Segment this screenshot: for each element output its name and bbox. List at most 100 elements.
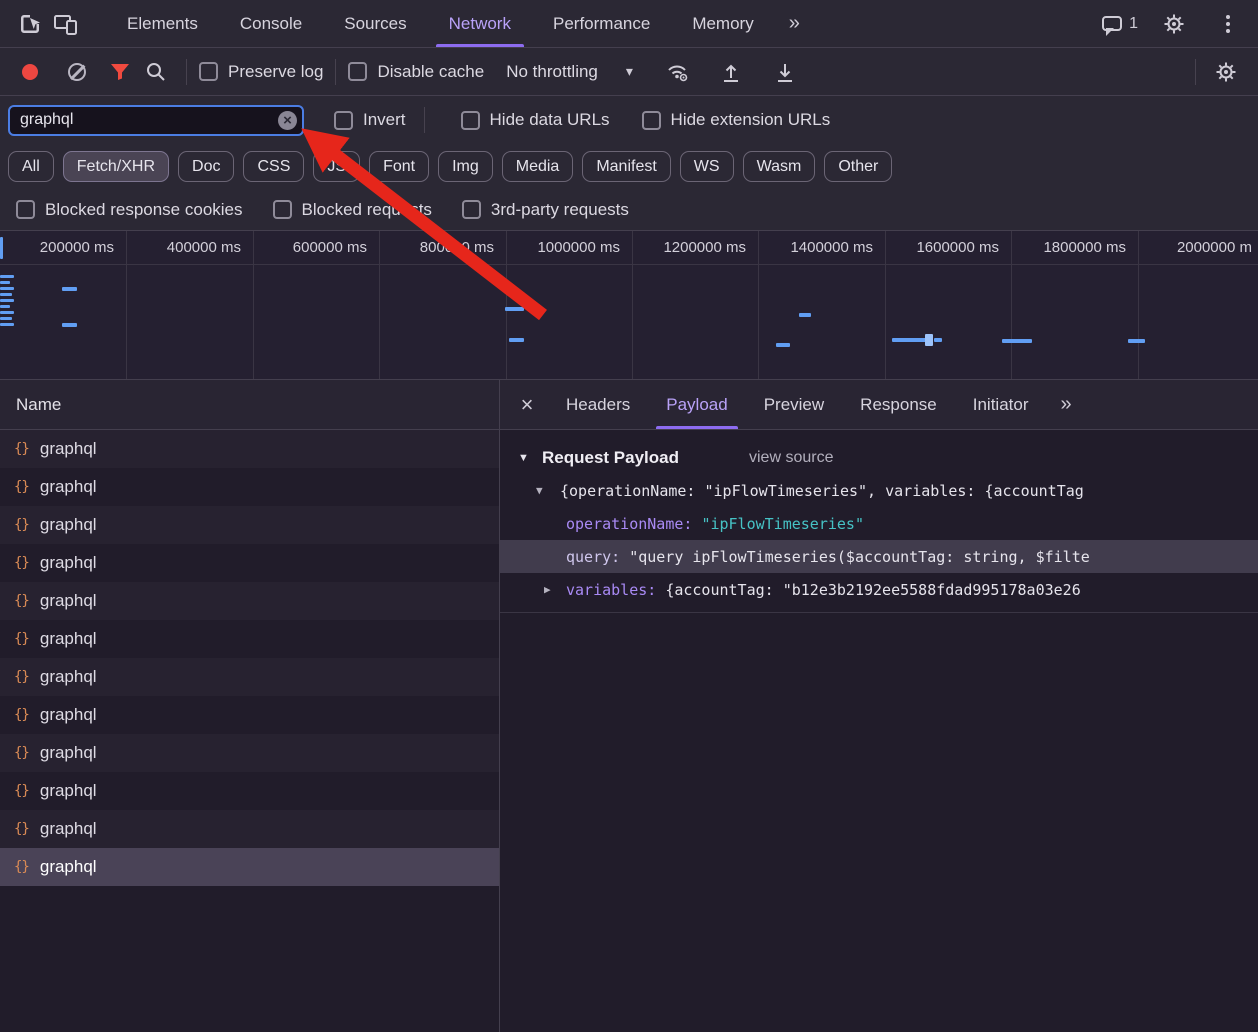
- expander-open-icon[interactable]: ▼: [536, 484, 552, 497]
- panel-tab[interactable]: Network: [428, 0, 532, 47]
- expander-closed-icon[interactable]: ▶: [544, 583, 566, 596]
- network-request-row[interactable]: {} graphql: [0, 582, 499, 620]
- view-source-link[interactable]: view source: [749, 449, 833, 467]
- preserve-log-checkbox[interactable]: [199, 62, 218, 81]
- request-name: graphql: [40, 591, 97, 611]
- panel-tab[interactable]: Elements: [106, 0, 219, 47]
- details-tab[interactable]: Initiator: [955, 380, 1047, 429]
- request-type-pill[interactable]: WS: [680, 151, 734, 182]
- payload-entry-row[interactable]: ▶ operationName: "ipFlowTimeseries": [500, 507, 1258, 540]
- details-tab[interactable]: Headers: [548, 380, 648, 429]
- issues-counter[interactable]: 1: [1102, 15, 1138, 33]
- network-filter-bar: × Invert Hide data URLs Hide extension U…: [0, 96, 1258, 144]
- kebab-menu-icon[interactable]: [1210, 6, 1246, 42]
- divider: [1195, 59, 1196, 85]
- extra-filter-checkbox[interactable]: [16, 200, 35, 219]
- panel-tab[interactable]: Sources: [323, 0, 427, 47]
- more-panels-icon[interactable]: »: [775, 12, 814, 35]
- hide-data-urls-checkbox[interactable]: [461, 111, 480, 130]
- inspect-element-icon[interactable]: [12, 6, 48, 42]
- network-request-row[interactable]: {} graphql: [0, 620, 499, 658]
- extra-filter-item[interactable]: 3rd-party requests: [462, 200, 629, 220]
- waterfall-bar: [0, 287, 14, 290]
- network-request-row[interactable]: {} graphql: [0, 658, 499, 696]
- network-request-row[interactable]: {} graphql: [0, 734, 499, 772]
- network-request-row[interactable]: {} graphql: [0, 810, 499, 848]
- json-braces-icon: {}: [14, 859, 29, 875]
- name-column-header[interactable]: Name: [0, 380, 499, 430]
- request-type-pill[interactable]: CSS: [243, 151, 304, 182]
- import-har-icon[interactable]: [713, 54, 749, 90]
- extra-filter-label: 3rd-party requests: [491, 200, 629, 220]
- network-request-row[interactable]: {} graphql: [0, 430, 499, 468]
- network-filter-input[interactable]: [8, 105, 304, 136]
- panel-tab[interactable]: Memory: [671, 0, 774, 47]
- request-type-pill[interactable]: Media: [502, 151, 574, 182]
- payload-summary-row[interactable]: ▼ {operationName: "ipFlowTimeseries", va…: [500, 474, 1258, 507]
- waterfall-bar: [0, 305, 10, 308]
- request-name: graphql: [40, 553, 97, 573]
- waterfall-bar: [799, 313, 811, 317]
- request-type-pill[interactable]: JS: [313, 151, 360, 182]
- request-name: graphql: [40, 743, 97, 763]
- request-type-pill[interactable]: Doc: [178, 151, 234, 182]
- throttling-dropdown[interactable]: No throttling ▾: [506, 62, 633, 82]
- payload-entry-row[interactable]: ▶ query: "query ipFlowTimeseries($accoun…: [500, 540, 1258, 573]
- network-request-row[interactable]: {} graphql: [0, 848, 499, 886]
- payload-section-title: Request Payload: [542, 448, 679, 468]
- request-type-pill[interactable]: Img: [438, 151, 493, 182]
- payload-entry-row[interactable]: ▶ variables: {accountTag: "b12e3b2192ee5…: [500, 573, 1258, 606]
- search-icon[interactable]: [138, 54, 174, 90]
- network-content-split: Name {} graphql {} graphql {} gr: [0, 380, 1258, 1032]
- timeline-overview[interactable]: 200000 ms400000 ms600000 ms800000 ms1000…: [0, 231, 1258, 380]
- request-type-pill[interactable]: Font: [369, 151, 429, 182]
- export-har-icon[interactable]: [767, 54, 803, 90]
- network-request-row[interactable]: {} graphql: [0, 772, 499, 810]
- payload-divider: [500, 612, 1258, 613]
- clear-network-log-icon[interactable]: [68, 63, 86, 81]
- network-settings-gear-icon[interactable]: [1208, 54, 1244, 90]
- extra-filter-item[interactable]: Blocked response cookies: [16, 200, 243, 220]
- details-tabs: Headers Payload Preview Response Initiat…: [548, 380, 1046, 429]
- disable-cache-checkbox[interactable]: [348, 62, 367, 81]
- json-braces-icon: {}: [14, 631, 29, 647]
- invert-checkbox[interactable]: [334, 111, 353, 130]
- request-list: {} graphql {} graphql {} graphql {}: [0, 430, 499, 1032]
- payload-view: ▼ Request Payload view source ▼ {operati…: [500, 430, 1258, 613]
- payload-summary-text: {operationName: "ipFlowTimeseries", vari…: [560, 482, 1084, 500]
- request-type-pill[interactable]: Manifest: [582, 151, 670, 182]
- extra-filter-checkbox[interactable]: [273, 200, 292, 219]
- record-network-log-icon[interactable]: [22, 64, 38, 80]
- request-name: graphql: [40, 667, 97, 687]
- network-request-row[interactable]: {} graphql: [0, 544, 499, 582]
- network-request-row[interactable]: {} graphql: [0, 696, 499, 734]
- device-toolbar-icon[interactable]: [48, 6, 84, 42]
- request-type-pill[interactable]: All: [8, 151, 54, 182]
- json-braces-icon: {}: [14, 593, 29, 609]
- network-toolbar: Preserve log Disable cache No throttling…: [0, 48, 1258, 96]
- timeline-label: 400000 ms: [131, 239, 241, 256]
- extra-filter-checkbox[interactable]: [462, 200, 481, 219]
- devtools-main-toolbar: Elements Console Sources Network Perform…: [0, 0, 1258, 48]
- network-request-row[interactable]: {} graphql: [0, 468, 499, 506]
- request-type-pill[interactable]: Other: [824, 151, 892, 182]
- settings-gear-icon[interactable]: [1156, 6, 1192, 42]
- panel-tab[interactable]: Console: [219, 0, 323, 47]
- filter-funnel-icon[interactable]: [102, 54, 138, 90]
- more-detail-tabs-icon[interactable]: »: [1046, 393, 1085, 416]
- hide-extension-urls-checkbox[interactable]: [642, 111, 661, 130]
- panel-tab[interactable]: Performance: [532, 0, 671, 47]
- request-type-pill[interactable]: Fetch/XHR: [63, 151, 169, 182]
- network-conditions-icon[interactable]: [659, 54, 695, 90]
- details-tab[interactable]: Preview: [746, 380, 842, 429]
- waterfall-bar: [892, 338, 926, 342]
- network-request-row[interactable]: {} graphql: [0, 506, 499, 544]
- timeline-label: 1600000 ms: [889, 239, 999, 256]
- close-icon[interactable]: ×: [506, 392, 548, 418]
- request-type-pill[interactable]: Wasm: [743, 151, 816, 182]
- clear-filter-icon[interactable]: ×: [278, 111, 297, 130]
- extra-filter-item[interactable]: Blocked requests: [273, 200, 432, 220]
- details-tab[interactable]: Payload: [648, 380, 745, 429]
- details-tab[interactable]: Response: [842, 380, 955, 429]
- section-expander-icon[interactable]: ▼: [518, 452, 534, 464]
